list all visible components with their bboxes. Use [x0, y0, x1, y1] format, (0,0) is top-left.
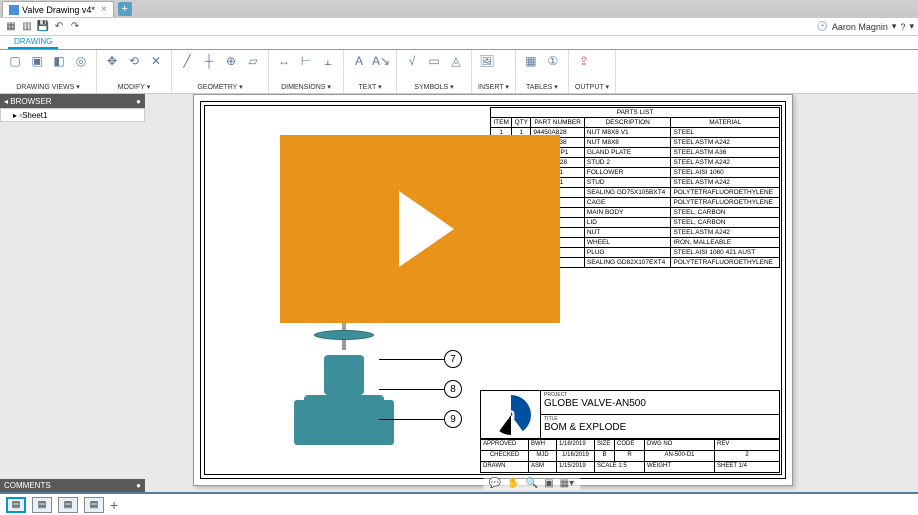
line-icon[interactable]: ╱ — [178, 52, 196, 70]
tab-title: Valve Drawing v4* — [22, 5, 95, 15]
ribbon-group-label: GEOMETRY ▾ — [178, 83, 262, 91]
zoom-icon[interactable]: 🔍 — [526, 478, 538, 489]
new-tab-button[interactable]: + — [118, 2, 132, 16]
ribbon-group-output: ⇪ OUTPUT ▾ — [569, 50, 616, 93]
help-icon[interactable]: ? — [900, 22, 905, 32]
ribbon-group-label: OUTPUT ▾ — [575, 83, 609, 91]
fit-icon[interactable]: ▣ — [544, 478, 553, 489]
sheet-thumb-1[interactable]: ▤ — [6, 497, 26, 513]
ribbon-group-label: INSERT ▾ — [478, 83, 509, 91]
comment-tool-icon[interactable]: 💬 — [489, 478, 501, 489]
save-icon[interactable]: 💾 — [36, 20, 50, 34]
document-tab-bar: Valve Drawing v4* × + — [0, 0, 918, 18]
rotate-icon[interactable]: ⟲ — [125, 52, 143, 70]
browser-panel: ◂ BROWSER● ▸ ▫ Sheet1 — [0, 94, 145, 122]
ribbon-group-label: TABLES ▾ — [522, 83, 562, 91]
ribbon-group-label: DRAWING VIEWS ▾ — [6, 83, 90, 91]
dimension-icon[interactable]: ↔ — [275, 52, 293, 70]
grid-icon[interactable]: ▦▾ — [560, 478, 574, 489]
baseline-icon[interactable]: ⫠ — [319, 52, 337, 70]
ribbon-group-label: DIMENSIONS ▾ — [275, 83, 337, 91]
ribbon-group-text: A A↘ TEXT ▾ — [344, 50, 397, 93]
sheet-thumb-4[interactable]: ▤ — [84, 497, 104, 513]
ribbon-group-label: SYMBOLS ▾ — [403, 83, 465, 91]
ordinate-icon[interactable]: ⊢ — [297, 52, 315, 70]
centermark-icon[interactable]: ⊕ — [222, 52, 240, 70]
ribbon-group-dimensions: ↔ ⊢ ⫠ DIMENSIONS ▾ — [269, 50, 344, 93]
data-panel-icon[interactable]: ▥ — [20, 20, 34, 34]
centerline-icon[interactable]: ┼ — [200, 52, 218, 70]
ribbon-tab-drawing[interactable]: DRAWING — [8, 36, 58, 49]
document-tab[interactable]: Valve Drawing v4* × — [2, 1, 114, 17]
detail-view-icon[interactable]: ◎ — [72, 52, 90, 70]
comments-header[interactable]: COMMENTS● — [0, 479, 145, 492]
datum-icon[interactable]: ◬ — [447, 52, 465, 70]
add-sheet-button[interactable]: + — [110, 497, 118, 513]
pan-icon[interactable]: ✋ — [507, 478, 519, 489]
surface-icon[interactable]: √ — [403, 52, 421, 70]
close-icon[interactable]: × — [101, 4, 107, 15]
text-icon[interactable]: A — [350, 52, 368, 70]
balloon-8[interactable]: 8 — [444, 380, 462, 398]
sheet-thumb-3[interactable]: ▤ — [58, 497, 78, 513]
table-icon[interactable]: ▦ — [522, 52, 540, 70]
balloon-9[interactable]: 9 — [444, 410, 462, 428]
quick-access-bar: ▦ ▥ 💾 ↶ ↷ 🕑 Aaron Magnin▾ ?▾ — [0, 18, 918, 36]
play-icon — [399, 191, 454, 267]
browser-header[interactable]: ◂ BROWSER● — [0, 94, 145, 108]
ribbon-tabstrip: DRAWING — [0, 36, 918, 50]
history-icon[interactable]: 🕑 — [817, 21, 828, 32]
base-view-icon[interactable]: ▢ — [6, 52, 24, 70]
output-icon[interactable]: ⇪ — [575, 52, 593, 70]
balloon-icon[interactable]: ① — [544, 52, 562, 70]
document-icon — [9, 5, 19, 15]
company-logo — [481, 391, 541, 438]
ribbon-group-insert: 🖼 INSERT ▾ — [472, 50, 516, 93]
ribbon-group-modify: ✥ ⟲ ✕ MODIFY ▾ — [97, 50, 172, 93]
edge-icon[interactable]: ▱ — [244, 52, 262, 70]
projected-view-icon[interactable]: ▣ — [28, 52, 46, 70]
leader-text-icon[interactable]: A↘ — [372, 52, 390, 70]
sheet-thumb-2[interactable]: ▤ — [32, 497, 52, 513]
section-view-icon[interactable]: ◧ — [50, 52, 68, 70]
video-play-overlay[interactable] — [280, 135, 560, 323]
balloon-7[interactable]: 7 — [444, 350, 462, 368]
ribbon: ▢ ▣ ◧ ◎ DRAWING VIEWS ▾ ✥ ⟲ ✕ MODIFY ▾ ╱… — [0, 50, 918, 94]
user-name[interactable]: Aaron Magnin — [832, 22, 888, 32]
ribbon-group-symbols: √ ▭ ◬ SYMBOLS ▾ — [397, 50, 472, 93]
browser-item-sheet1[interactable]: ▸ ▫ Sheet1 — [0, 108, 145, 122]
fcf-icon[interactable]: ▭ — [425, 52, 443, 70]
ribbon-group-geometry: ╱ ┼ ⊕ ▱ GEOMETRY ▾ — [172, 50, 269, 93]
redo-icon[interactable]: ↷ — [68, 20, 82, 34]
canvas-nav-toolbar[interactable]: 💬 ✋ 🔍 ▣ ▦▾ — [483, 477, 580, 490]
image-icon[interactable]: 🖼 — [478, 52, 496, 70]
ribbon-group-tables: ▦ ① TABLES ▾ — [516, 50, 569, 93]
sheet-thumbnails-bar: ▤ ▤ ▤ ▤ + — [0, 492, 918, 515]
move-icon[interactable]: ✥ — [103, 52, 121, 70]
ribbon-group-label: TEXT ▾ — [350, 83, 390, 91]
ribbon-group-drawing-views: ▢ ▣ ◧ ◎ DRAWING VIEWS ▾ — [0, 50, 97, 93]
ribbon-group-label: MODIFY ▾ — [103, 83, 165, 91]
title-block: PROJECTGLOBE VALVE-AN500 TITLEBOM & EXPL… — [480, 390, 780, 473]
undo-icon[interactable]: ↶ — [52, 20, 66, 34]
delete-icon[interactable]: ✕ — [147, 52, 165, 70]
app-menu-icon[interactable]: ▦ — [4, 20, 18, 34]
